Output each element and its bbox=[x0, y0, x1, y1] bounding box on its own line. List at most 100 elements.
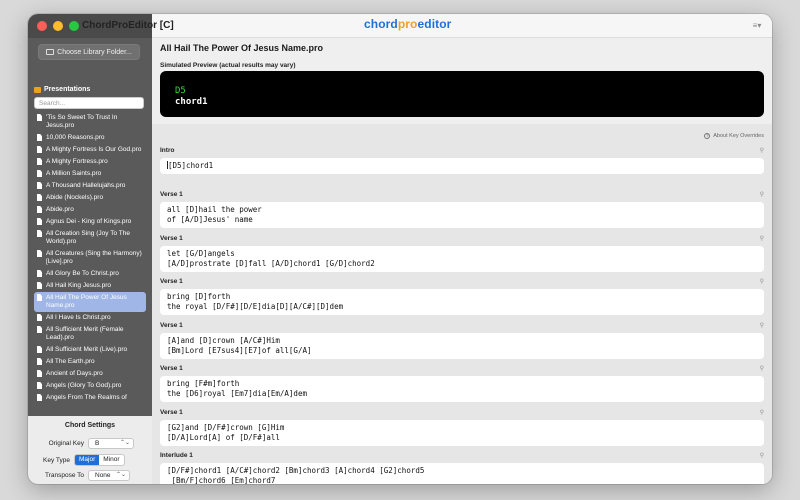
file-list-item[interactable]: All The Earth.pro bbox=[34, 356, 146, 368]
chord-settings-panel: Chord Settings Original Key B ⌃⌄ Key Typ… bbox=[28, 416, 152, 484]
pin-icon[interactable]: ⚲ bbox=[760, 234, 764, 244]
options-menu-icon[interactable]: ≡▾ bbox=[748, 19, 766, 33]
pin-icon[interactable]: ⚲ bbox=[760, 451, 764, 461]
close-window-button[interactable] bbox=[37, 21, 47, 31]
section-label: Verse 1 ⚲ bbox=[160, 364, 764, 374]
file-list-item[interactable]: All Hail King Jesus.pro bbox=[34, 280, 146, 292]
pin-icon[interactable]: ⚲ bbox=[760, 321, 764, 331]
file-name: All Creatures (Sing the Harmony) [Live].… bbox=[46, 250, 142, 265]
file-name: A Million Saints.pro bbox=[46, 170, 102, 177]
document-icon bbox=[37, 230, 42, 237]
transpose-row: Transpose To None ⌃⌄ bbox=[28, 470, 152, 481]
key-type-major-button[interactable]: Major bbox=[75, 455, 100, 465]
transpose-label: Transpose To bbox=[44, 472, 84, 479]
file-list-item[interactable]: All Hail The Power Of Jesus Name.pro bbox=[34, 292, 146, 312]
file-name: A Mighty Fortress Is Our God.pro bbox=[46, 146, 142, 153]
file-list-item[interactable]: A Million Saints.pro bbox=[34, 168, 146, 180]
about-key-overrides-link[interactable]: ? About Key Overrides bbox=[704, 133, 764, 139]
pin-icon[interactable]: ⚲ bbox=[760, 364, 764, 374]
title-bar: ChordProEditor [C] chordproeditor ≡▾ bbox=[28, 14, 772, 38]
transpose-select[interactable]: None ⌃⌄ bbox=[88, 470, 130, 481]
preview-lyric: chord1 bbox=[175, 97, 208, 107]
original-key-select[interactable]: B ⌃⌄ bbox=[88, 438, 134, 449]
section-label: Verse 1 ⚲ bbox=[160, 321, 764, 331]
file-list-item[interactable]: 'Tis So Sweet To Trust In Jesus.pro bbox=[34, 112, 146, 132]
choose-library-folder-label: Choose Library Folder... bbox=[57, 48, 132, 56]
section-text-editor[interactable]: [D/F#]chord1 [A/C#]chord2 [Bm]chord3 [A]… bbox=[160, 463, 764, 484]
file-name: All Glory Be To Christ.pro bbox=[46, 270, 119, 277]
editor-area: All Hail The Power Of Jesus Name.pro Sim… bbox=[152, 38, 772, 484]
file-name: Abide (Nockels).pro bbox=[46, 194, 104, 201]
pin-icon[interactable]: ⚲ bbox=[760, 146, 764, 156]
zoom-window-button[interactable] bbox=[69, 21, 79, 31]
file-list-item[interactable]: All Creation Sing (Joy To The World).pro bbox=[34, 228, 146, 248]
document-icon bbox=[37, 170, 42, 177]
key-type-minor-button[interactable]: Minor bbox=[99, 455, 123, 465]
section-text-editor[interactable]: [D5]chord1 bbox=[160, 158, 764, 174]
file-list-item[interactable]: All Sufficient Merit (Live).pro bbox=[34, 344, 146, 356]
document-icon bbox=[37, 270, 42, 277]
document-icon bbox=[37, 134, 42, 141]
pin-icon[interactable]: ⚲ bbox=[760, 190, 764, 200]
file-name: All I Have Is Christ.pro bbox=[46, 314, 111, 321]
sections-scroll-area[interactable]: ? About Key Overrides Intro ⚲ [D5]chord1 Ve… bbox=[152, 124, 772, 484]
document-icon bbox=[37, 114, 42, 121]
document-icon bbox=[37, 326, 42, 333]
document-icon bbox=[37, 314, 42, 321]
document-icon bbox=[37, 394, 42, 401]
file-list-item[interactable]: Abide (Nockels).pro bbox=[34, 192, 146, 204]
section-text-editor[interactable]: let [G/D]angels [A/D]prostrate [D]fall [… bbox=[160, 246, 764, 272]
choose-library-folder-button[interactable]: Choose Library Folder... bbox=[38, 44, 140, 60]
section-text-editor[interactable]: [G2]and [D/F#]crown [G]Him [D/A]Lord[A] … bbox=[160, 420, 764, 446]
file-list-item[interactable]: Angels From The Realms of bbox=[34, 392, 146, 404]
file-name: All Creation Sing (Joy To The World).pro bbox=[46, 230, 130, 245]
section-text-editor[interactable]: all [D]hail the power of [A/D]Jesus' nam… bbox=[160, 202, 764, 228]
file-list-item[interactable]: All Glory Be To Christ.pro bbox=[34, 268, 146, 280]
window-title: ChordProEditor [C] bbox=[82, 20, 174, 31]
file-list-item[interactable]: Agnus Dei - King of Kings.pro bbox=[34, 216, 146, 228]
toolbar: ChordProEditor [C] chordproeditor ≡▾ bbox=[82, 14, 772, 38]
file-list-item[interactable]: All Creatures (Sing the Harmony) [Live].… bbox=[34, 248, 146, 268]
file-name: All The Earth.pro bbox=[46, 358, 95, 365]
pin-icon[interactable]: ⚲ bbox=[760, 408, 764, 418]
document-icon bbox=[37, 346, 42, 353]
song-section: Intro ⚲ [D5]chord1 bbox=[160, 146, 764, 174]
search-input[interactable] bbox=[34, 97, 144, 109]
section-text: bring [F#m]forth the [D6]royal [Em7]dia[… bbox=[167, 379, 307, 398]
preview-chord: D5 bbox=[175, 86, 186, 96]
section-text: [G2]and [D/F#]crown [G]Him [D/A]Lord[A] … bbox=[167, 423, 285, 442]
file-list-item[interactable]: All Sufficient Merit (Female Lead).pro bbox=[34, 324, 146, 344]
pin-icon[interactable]: ⚲ bbox=[760, 277, 764, 287]
document-icon bbox=[37, 282, 42, 289]
minimize-window-button[interactable] bbox=[53, 21, 63, 31]
section-text-editor[interactable]: bring [D]forth the royal [D/F#][D/E]dia[… bbox=[160, 289, 764, 315]
file-list-item[interactable]: A Mighty Fortress Is Our God.pro bbox=[34, 144, 146, 156]
file-name: 10,000 Reasons.pro bbox=[46, 134, 105, 141]
file-list-item[interactable]: Ancient of Days.pro bbox=[34, 368, 146, 380]
file-list-item[interactable]: A Thousand Hallelujahs.pro bbox=[34, 180, 146, 192]
updown-icon: ⌃⌄ bbox=[119, 440, 130, 446]
section-text-editor[interactable]: [A]and [D]crown [A/C#]Him [Bm]Lord [E7su… bbox=[160, 333, 764, 359]
file-name: All Hail The Power Of Jesus Name.pro bbox=[46, 294, 127, 309]
original-key-label: Original Key bbox=[48, 440, 84, 447]
file-name: Angels (Glory To God).pro bbox=[46, 382, 122, 389]
file-list-item[interactable]: Abide.pro bbox=[34, 204, 146, 216]
section-text-editor[interactable]: bring [F#m]forth the [D6]royal [Em7]dia[… bbox=[160, 376, 764, 402]
file-name: A Mighty Fortress.pro bbox=[46, 158, 108, 165]
simulated-preview: D5 chord1 bbox=[160, 71, 764, 117]
section-label: Verse 1 ⚲ bbox=[160, 277, 764, 287]
document-icon bbox=[37, 294, 42, 301]
file-list-item[interactable]: All I Have Is Christ.pro bbox=[34, 312, 146, 324]
section-label: Verse 1 ⚲ bbox=[160, 234, 764, 244]
song-section: Verse 1 ⚲ bring [F#m]forth the [D6]royal [… bbox=[160, 364, 764, 402]
presentation-list: 'Tis So Sweet To Trust In Jesus.pro 10,00… bbox=[28, 112, 152, 416]
song-section: Verse 1 ⚲ let [G/D]angels [A/D]prostrate [… bbox=[160, 234, 764, 272]
section-text: bring [D]forth the royal [D/F#][D/E]dia[… bbox=[167, 292, 344, 311]
document-icon bbox=[37, 158, 42, 165]
section-text: [D5]chord1 bbox=[168, 161, 214, 170]
file-list-item[interactable]: 10,000 Reasons.pro bbox=[34, 132, 146, 144]
file-list-item[interactable]: A Mighty Fortress.pro bbox=[34, 156, 146, 168]
document-icon bbox=[37, 146, 42, 153]
document-icon bbox=[37, 182, 42, 189]
file-list-item[interactable]: Angels (Glory To God).pro bbox=[34, 380, 146, 392]
